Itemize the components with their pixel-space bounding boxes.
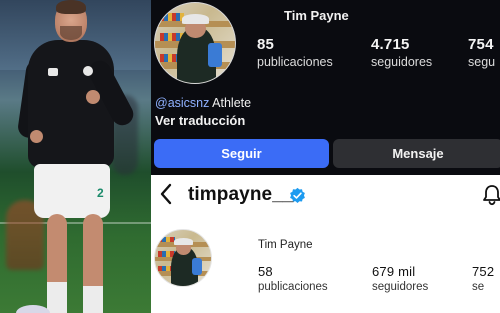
player-beard [60, 26, 82, 40]
followers-count: 4.715 [371, 36, 410, 53]
posts-label: publicaciones [257, 55, 333, 69]
jacket-badge [83, 66, 93, 76]
back-icon[interactable] [159, 183, 173, 205]
player-jacket [28, 40, 114, 168]
bio-handle-link[interactable]: @asicsnz [155, 96, 209, 110]
following-stat[interactable]: 754 segu [468, 36, 495, 69]
player-hand-left [30, 130, 43, 143]
following-stat[interactable]: 752 se [472, 264, 494, 293]
message-button[interactable]: Mensaje [333, 139, 500, 168]
profile-name: Tim Payne [284, 8, 349, 23]
posts-stat[interactable]: 58 publicaciones [258, 264, 328, 293]
following-label: segu [468, 55, 496, 69]
followers-stat[interactable]: 4.715 seguidores [371, 36, 432, 69]
profile-avatar-small[interactable] [154, 229, 212, 287]
followers-label: seguidores [371, 55, 433, 69]
following-count: 752 [472, 264, 495, 279]
followers-label: seguidores [372, 281, 429, 293]
profile-name-small: Tim Payne [258, 239, 313, 251]
posts-label: publicaciones [258, 281, 328, 293]
following-count: 754 [468, 36, 494, 53]
verified-icon [290, 187, 305, 203]
bell-icon[interactable] [482, 184, 500, 206]
player-sock-left [47, 282, 67, 313]
posts-count: 85 [257, 36, 275, 53]
follow-button[interactable]: Seguir [154, 139, 329, 168]
player-photo: 2 [0, 0, 151, 313]
followers-stat[interactable]: 679 mil seguidores [372, 264, 428, 293]
profile-bio: @asicsnz Athlete [155, 96, 251, 110]
following-label: se [472, 281, 485, 293]
shorts-number: 2 [97, 186, 104, 200]
profile-dark: Tim Payne 85 publicaciones 4.715 seguido… [151, 0, 500, 175]
player-leg-right [83, 214, 103, 296]
player-hair [56, 0, 86, 14]
player-leg-left [47, 214, 67, 292]
translate-link[interactable]: Ver traducción [155, 113, 245, 128]
jacket-logo [48, 68, 58, 76]
football [16, 305, 50, 313]
profile-username: timpayne__ [188, 184, 294, 205]
player-hand-right [86, 90, 100, 104]
followers-count: 679 mil [372, 264, 416, 279]
posts-count: 58 [258, 264, 273, 279]
profile-light: timpayne__ Tim Payne 58 publicaciones 67… [151, 175, 500, 313]
bio-text: Athlete [209, 96, 252, 110]
posts-stat[interactable]: 85 publicaciones [257, 36, 333, 69]
player-sock-right [83, 286, 103, 313]
profile-avatar[interactable] [154, 2, 236, 84]
